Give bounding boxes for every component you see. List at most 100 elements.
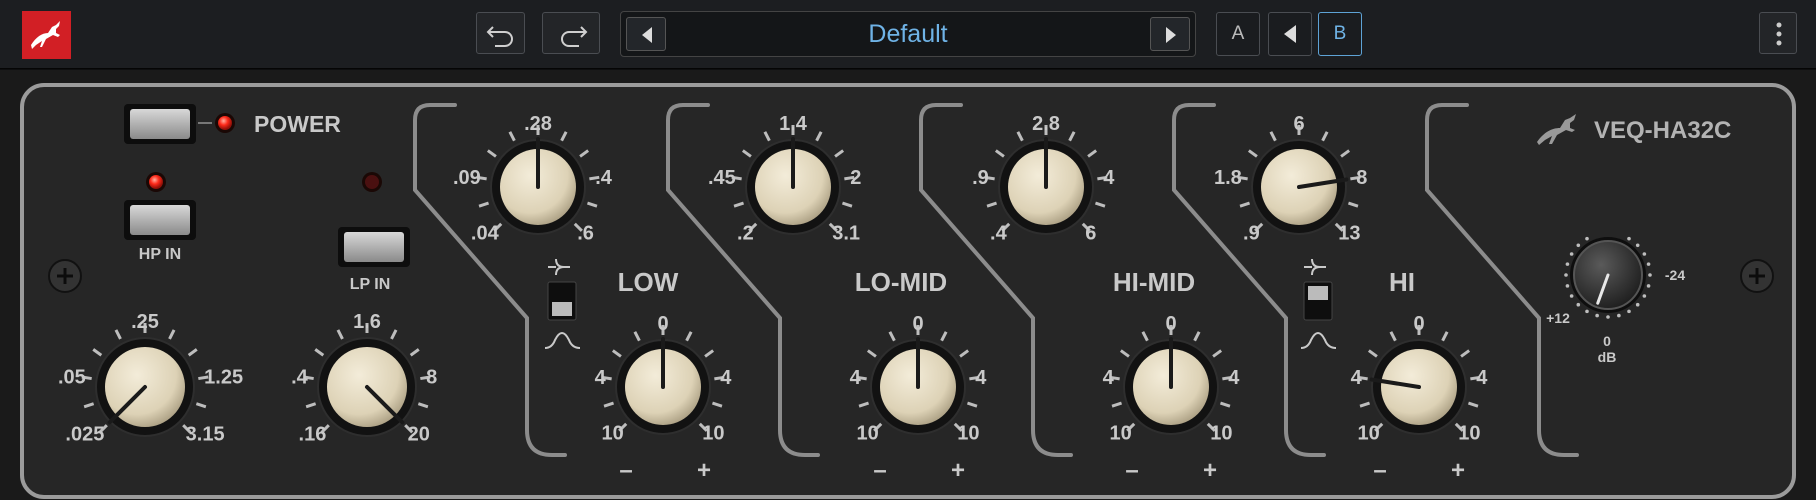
band-title-lo-mid: LO-MID: [855, 267, 947, 297]
knob-label: 10: [601, 422, 623, 444]
knob-label: 8: [426, 367, 437, 389]
undo-button[interactable]: [476, 12, 525, 54]
knob-label: .4: [595, 167, 613, 189]
knob-label: 0: [1165, 313, 1176, 335]
lp-led: [362, 172, 382, 192]
knob-label: 10: [856, 422, 878, 444]
more-menu-button[interactable]: [1759, 12, 1797, 54]
knob-label: .05: [58, 367, 86, 389]
a-button[interactable]: A: [1216, 12, 1260, 56]
knob-label: .9: [972, 167, 989, 189]
low-minus: –: [619, 457, 632, 484]
knob-label: 1.4: [779, 113, 808, 135]
output-label-zero: 0: [1603, 333, 1611, 349]
knob-label: 4: [1351, 367, 1363, 389]
copy-arrow-icon: [1284, 25, 1296, 43]
output-dot: [1576, 243, 1581, 248]
knob-label: .9: [1243, 222, 1260, 244]
knob-label: 10: [1109, 422, 1131, 444]
knob-label: 0: [1413, 313, 1424, 335]
knob-label: .2: [737, 222, 754, 244]
low-plus: +: [697, 457, 711, 484]
band-title-hi: HI: [1389, 267, 1415, 297]
knob-label: .025: [65, 424, 104, 446]
knob-label: .6: [577, 222, 594, 244]
hi-mid-minus: –: [1125, 457, 1138, 484]
knob-label: 10: [957, 422, 979, 444]
knob-label: .16: [299, 424, 327, 446]
knob-label: 4: [850, 367, 862, 389]
output-dot: [1635, 302, 1640, 307]
knob-label: 0: [912, 313, 923, 335]
copy-ab-button[interactable]: [1268, 12, 1312, 56]
hi-mid-plus: +: [1203, 457, 1217, 484]
redo-button[interactable]: [542, 12, 600, 54]
knob-label: .45: [708, 167, 736, 189]
power-label: POWER: [254, 111, 341, 137]
redo-icon: [561, 26, 588, 47]
output-dot: [1635, 243, 1640, 248]
undo-icon: [486, 26, 513, 47]
lp-in-label: LP IN: [350, 276, 391, 293]
knob-label: 10: [1458, 422, 1480, 444]
b-button[interactable]: B: [1318, 12, 1362, 56]
output-dot: [1627, 309, 1631, 314]
hp-in-button[interactable]: [124, 200, 196, 240]
power-button[interactable]: [124, 104, 196, 144]
antelope-logo-icon[interactable]: [22, 11, 71, 59]
toolbar: Default A B: [0, 0, 1816, 69]
output-dot: [1642, 294, 1647, 298]
knob-label: .28: [524, 113, 552, 135]
knob-label: .4: [291, 367, 309, 389]
screw-icon-right: [1740, 259, 1774, 293]
knob-label: 10: [1357, 422, 1379, 444]
knob-label: 4: [975, 367, 987, 389]
knob-label: 4: [720, 367, 732, 389]
knob-label: 4: [1476, 367, 1488, 389]
output-dot: [1569, 294, 1574, 298]
output-dot: [1646, 284, 1651, 288]
knob-label: .4: [990, 222, 1008, 244]
knob-label: 1.8: [1214, 167, 1242, 189]
knob-label: .04: [471, 222, 500, 244]
knob-label: .25: [131, 311, 159, 333]
output-dot: [1565, 284, 1570, 288]
hp-led: [146, 172, 166, 192]
preset-next-button[interactable]: [1150, 17, 1190, 51]
output-label-plus12: +12: [1546, 310, 1570, 326]
output-dot: [1648, 273, 1652, 277]
output-dot: [1569, 252, 1574, 256]
knob-label: 20: [408, 424, 430, 446]
more-vertical-icon: [1776, 22, 1782, 46]
output-dot: [1585, 309, 1589, 314]
output-dot: [1627, 236, 1631, 241]
output-dot: [1617, 313, 1621, 318]
knob-label: 2: [850, 167, 861, 189]
chevron-right-icon: [1166, 27, 1176, 43]
output-dot: [1576, 302, 1581, 307]
band-title-low: LOW: [618, 267, 679, 297]
knob-label: 8: [1356, 167, 1367, 189]
output-dot: [1646, 262, 1651, 266]
knob-label: 4: [1228, 367, 1240, 389]
output-dot: [1606, 315, 1610, 319]
knob-label: 0: [657, 313, 668, 335]
output-dot: [1565, 262, 1570, 266]
knob-label: .09: [453, 167, 481, 189]
lp-in-button[interactable]: [338, 227, 410, 267]
preset-prev-button[interactable]: [626, 17, 666, 51]
output-dot: [1595, 313, 1599, 318]
hp-in-label: HP IN: [139, 246, 181, 263]
plugin-name: VEQ-HA32C: [1594, 117, 1731, 144]
preset-name[interactable]: Default: [671, 12, 1145, 56]
knob-label: 4: [1103, 167, 1115, 189]
screw-icon-left: [48, 259, 82, 293]
knob-label: 6: [1085, 222, 1096, 244]
lo-mid-plus: +: [951, 457, 965, 484]
output-dot: [1642, 252, 1647, 256]
plugin-panel: POWER HP IN LP IN LOW LO-MID HI-MID HI V…: [0, 70, 1816, 500]
lo-mid-minus: –: [873, 457, 886, 484]
output-label-minus24: -24: [1665, 267, 1685, 283]
output-unit: dB: [1598, 349, 1617, 365]
knob-label: 2.8: [1032, 113, 1060, 135]
